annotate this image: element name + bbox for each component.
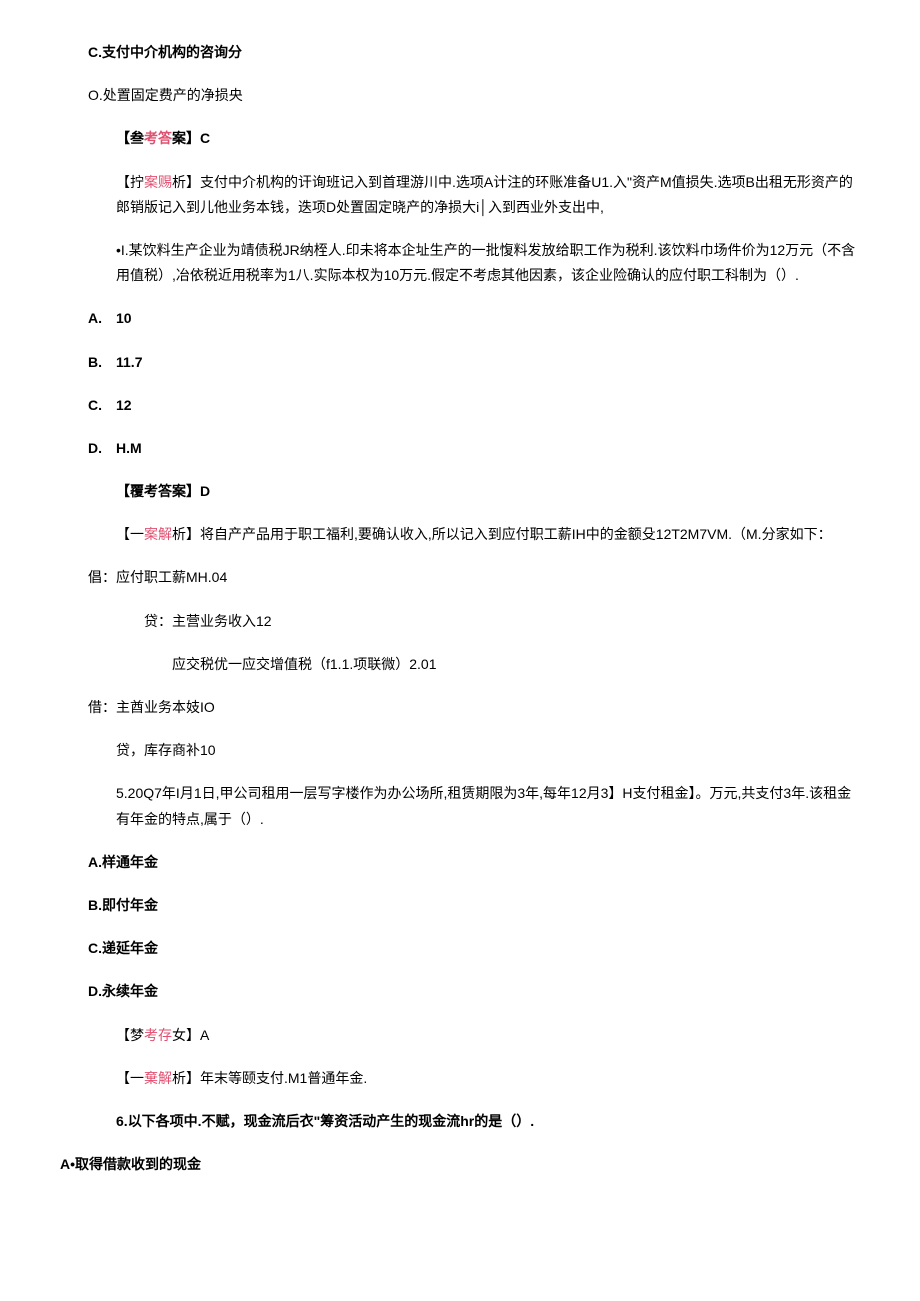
- text-line: 贷：主营业务收入12: [60, 609, 860, 634]
- text-line: A.样通年金: [60, 850, 860, 875]
- text-segment: 案】C: [172, 130, 210, 146]
- text-segment: 析】支付中介机构的讦询班记入到首理游川中.选项A计注的环账准备U1.入"资产M值…: [116, 174, 853, 215]
- text-line: B.即付年金: [60, 893, 860, 918]
- text-line: 5.20Q7年I月1日,甲公司租用一层写字楼作为办公场所,租赁期限为3年,每年1…: [60, 781, 860, 831]
- text-segment: 5.20Q7年I月1日,甲公司租用一层写字楼作为办公场所,租赁期限为3年,每年1…: [116, 785, 851, 826]
- text-segment: 案赐: [144, 174, 172, 190]
- document-body: C.支付中介机构的咨询分O.处置固定费产的净损央【叁考答案】C【拧案赐析】支付中…: [60, 40, 860, 1177]
- text-segment: 递延年金: [102, 940, 158, 956]
- text-segment: 考答: [144, 130, 172, 146]
- text-line: 【覆考答案】D: [60, 479, 860, 504]
- text-segment: 女】A: [172, 1027, 209, 1043]
- text-segment: 【叁: [116, 130, 144, 146]
- text-line: 6.以下各项中.不赋，现金流后衣"筹资活动产生的现金流hr的是（）.: [60, 1109, 860, 1134]
- text-segment: 借：主酋业务本妓IO: [88, 699, 215, 715]
- text-line: A•取得借款收到的现金: [60, 1152, 860, 1177]
- text-segment: 以下各项中.不赋，现金流后衣"筹资活动产生的现金流hr的是（）.: [128, 1113, 534, 1129]
- text-segment: A•取得借款收到的现金: [60, 1156, 201, 1172]
- text-segment: 【一: [116, 1070, 144, 1086]
- text-segment: 支付中介机构的咨询分: [102, 44, 242, 60]
- text-segment: A. 10: [88, 310, 132, 326]
- text-line: 【一棄解析】年末等颐支付.M1普通年金.: [60, 1066, 860, 1091]
- text-segment: D. H.M: [88, 440, 142, 456]
- text-line: 【叁考答案】C: [60, 126, 860, 151]
- text-segment: B.: [88, 897, 102, 913]
- text-line: 借：主酋业务本妓IO: [60, 695, 860, 720]
- text-segment: 处置固定费产的净损央: [103, 87, 243, 103]
- text-segment: 案解: [144, 526, 172, 542]
- text-line: C.递延年金: [60, 936, 860, 961]
- text-segment: •I.某饮料生产企业为靖债税JR纳桎人.印未将本企址生产的一批愎料发放给职工作为…: [116, 242, 855, 283]
- text-segment: 6.: [116, 1113, 128, 1129]
- text-line: C. 12: [60, 393, 860, 418]
- text-segment: 考存: [144, 1027, 172, 1043]
- text-segment: 样通年金: [102, 854, 158, 870]
- text-segment: 永续年金: [102, 983, 158, 999]
- text-line: O.处置固定费产的净损央: [60, 83, 860, 108]
- text-segment: 贷，库存商补10: [116, 742, 216, 758]
- text-segment: D.: [88, 983, 102, 999]
- text-line: 应交税优一应交增值税（f1.1.项联微）2.01: [60, 652, 860, 677]
- text-segment: 即付年金: [102, 897, 158, 913]
- text-line: D. H.M: [60, 436, 860, 461]
- text-line: 【一案解析】将自产产品用于职工福利,要确认收入,所以记入到应付职工薪IH中的金额…: [60, 522, 860, 547]
- text-segment: 【一: [116, 526, 144, 542]
- text-segment: 析】年末等颐支付.M1普通年金.: [172, 1070, 367, 1086]
- text-segment: 倡：应付职工薪MH.04: [88, 569, 227, 585]
- text-segment: 贷：主营业务收入12: [144, 613, 272, 629]
- text-line: 【梦考存女】A: [60, 1023, 860, 1048]
- text-line: D.永续年金: [60, 979, 860, 1004]
- text-line: 【拧案赐析】支付中介机构的讦询班记入到首理游川中.选项A计注的环账准备U1.入"…: [60, 170, 860, 220]
- text-line: 倡：应付职工薪MH.04: [60, 565, 860, 590]
- text-line: 贷，库存商补10: [60, 738, 860, 763]
- text-segment: C.: [88, 940, 102, 956]
- text-segment: 棄解: [144, 1070, 172, 1086]
- text-segment: 应交税优一应交增值税（f1.1.项联微）2.01: [144, 656, 437, 672]
- text-segment: O.: [88, 87, 103, 103]
- text-segment: B. 11.7: [88, 354, 142, 370]
- text-segment: 析】将自产产品用于职工福利,要确认收入,所以记入到应付职工薪IH中的金额殳12T…: [172, 526, 832, 542]
- text-segment: A.: [88, 854, 102, 870]
- text-line: C.支付中介机构的咨询分: [60, 40, 860, 65]
- text-segment: 【覆考答案】D: [116, 483, 210, 499]
- text-line: A. 10: [60, 306, 860, 331]
- text-segment: C.: [88, 44, 102, 60]
- text-segment: 【拧: [116, 174, 144, 190]
- text-line: B. 11.7: [60, 350, 860, 375]
- text-segment: 【梦: [116, 1027, 144, 1043]
- text-segment: C. 12: [88, 397, 132, 413]
- text-line: •I.某饮料生产企业为靖债税JR纳桎人.印未将本企址生产的一批愎料发放给职工作为…: [60, 238, 860, 288]
